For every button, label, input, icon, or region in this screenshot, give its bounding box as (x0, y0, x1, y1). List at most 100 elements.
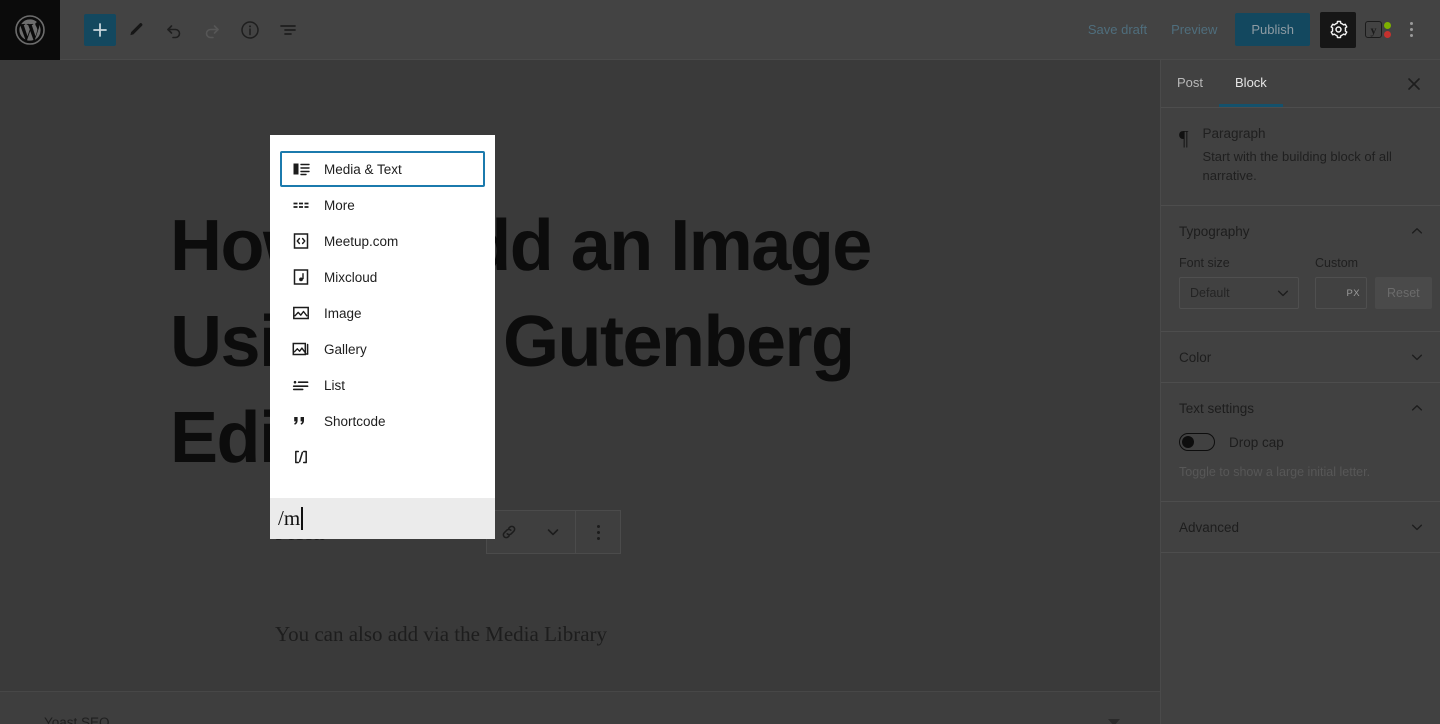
vertical-dots-icon (596, 524, 600, 540)
add-block-button[interactable] (84, 13, 116, 46)
list-icon (290, 374, 312, 396)
px-unit-label: PX (1346, 287, 1360, 299)
more-separator-icon (290, 194, 312, 216)
block-info-card: ¶ Paragraph Start with the building bloc… (1161, 108, 1440, 206)
panel-text-settings-header[interactable]: Text settings (1161, 383, 1440, 433)
slash-item-label: Mixcloud (324, 269, 378, 285)
custom-font-size-input[interactable]: PX (1315, 277, 1367, 309)
panel-typography-body: Font size Default Custom PX Reset (1161, 256, 1440, 331)
yoast-status-dots (1384, 21, 1391, 38)
more-options-button[interactable] (1396, 12, 1426, 48)
settings-sidebar: Post Block ¶ Paragraph Start with the bu… (1160, 60, 1440, 724)
chevron-down-icon (1411, 524, 1423, 531)
chevron-down-icon (547, 529, 559, 536)
quote-icon (290, 410, 312, 432)
panel-typography-header[interactable]: Typography (1161, 206, 1440, 256)
panel-title: Color (1179, 349, 1212, 365)
slash-item-more[interactable]: More (280, 187, 485, 223)
yoast-seo-panel-title: Yoast SEO (44, 714, 110, 724)
panel-color-header[interactable]: Color (1161, 332, 1440, 382)
panel-text-settings-body: Drop cap Toggle to show a large initial … (1161, 433, 1440, 501)
image-icon (290, 302, 312, 324)
toggle-knob (1182, 436, 1194, 448)
info-icon (241, 20, 259, 39)
slash-item-quote[interactable]: Shortcode (280, 403, 485, 439)
custom-font-size-control: Custom PX Reset (1315, 256, 1432, 309)
custom-label: Custom (1315, 256, 1359, 270)
gutenberg-editor-screen: Save draft Preview Publish y How an Imag… (0, 0, 1440, 724)
triangle-down-icon[interactable] (1108, 718, 1120, 724)
edit-mode-button[interactable] (118, 12, 154, 48)
slash-item-label: Meetup.com (324, 233, 399, 249)
close-sidebar-button[interactable] (1400, 70, 1428, 98)
slash-input-value: /m (278, 506, 301, 530)
reset-font-size-button[interactable]: Reset (1375, 277, 1432, 309)
undo-icon (167, 24, 181, 38)
panel-advanced-header[interactable]: Advanced (1161, 502, 1440, 552)
drop-cap-label: Drop cap (1229, 434, 1284, 450)
panel-text-settings: Text settings Drop cap Toggle to show a … (1161, 383, 1440, 502)
slash-command-input[interactable]: /m (270, 498, 495, 539)
list-view-icon (280, 24, 296, 35)
slash-item-list[interactable]: List (280, 367, 485, 403)
slash-command-list: Media & Text More Meetup.com Mixcloud Im… (270, 135, 495, 498)
yoast-seo-icon: y (1365, 21, 1391, 38)
font-size-value: Default (1190, 286, 1230, 300)
panel-advanced: Advanced (1161, 502, 1440, 553)
plus-icon (93, 22, 107, 37)
preview-button[interactable]: Preview (1159, 14, 1229, 45)
paragraph-block-second[interactable]: You can also add via the Media Library (275, 622, 607, 647)
redo-icon (205, 24, 219, 38)
block-type-description: Start with the building block of all nar… (1202, 149, 1392, 183)
editor-header: Save draft Preview Publish y (0, 0, 1440, 60)
wordpress-logo[interactable] (0, 0, 60, 60)
slash-item-image[interactable]: Image (280, 295, 485, 331)
panel-color: Color (1161, 332, 1440, 383)
block-more-options-button[interactable] (576, 511, 620, 553)
yoast-dot-bad (1384, 30, 1391, 38)
gear-icon (1329, 20, 1347, 39)
yoast-seo-panel: Yoast SEO (0, 691, 1160, 724)
panel-title: Typography (1179, 223, 1250, 239)
slash-item-meetup[interactable]: Meetup.com (280, 223, 485, 259)
slash-item-label: Media & Text (324, 161, 402, 177)
save-draft-button[interactable]: Save draft (1076, 14, 1159, 45)
slash-item-mixcloud[interactable]: Mixcloud (280, 259, 485, 295)
chevron-down-icon (1411, 354, 1423, 361)
slash-command-popover: Media & Text More Meetup.com Mixcloud Im… (270, 135, 495, 539)
gallery-icon (290, 338, 312, 360)
editor-canvas: How to Add an Image Using the Gutenberg … (0, 60, 1160, 724)
slash-item-gallery[interactable]: Gallery (280, 331, 485, 367)
tab-post[interactable]: Post (1161, 60, 1219, 107)
slash-item-label: Shortcode (324, 413, 386, 429)
font-size-label: Font size (1179, 256, 1230, 270)
slash-item-media-text[interactable]: Media & Text (280, 151, 485, 187)
yoast-seo-panel-header[interactable]: Yoast SEO (20, 692, 1140, 724)
chevron-up-icon (1411, 405, 1423, 411)
link-options-button[interactable] (531, 511, 575, 553)
font-size-select[interactable]: Default (1179, 277, 1299, 309)
shortcode-icon (290, 446, 312, 468)
publish-button[interactable]: Publish (1235, 13, 1310, 46)
block-navigation-button[interactable] (270, 12, 306, 48)
redo-button[interactable] (194, 12, 230, 48)
slash-item-label: Image (324, 305, 362, 321)
drop-cap-toggle[interactable] (1179, 433, 1215, 451)
panel-title: Advanced (1179, 519, 1240, 535)
panel-typography: Typography Font size Default Custom PX R… (1161, 206, 1440, 332)
font-size-control: Font size Default (1179, 256, 1299, 309)
pencil-icon (130, 22, 143, 35)
media-text-icon (290, 158, 312, 180)
content-info-button[interactable] (232, 12, 268, 48)
tab-block[interactable]: Block (1219, 60, 1283, 107)
kebab-menu-icon (1409, 22, 1413, 37)
close-icon (1408, 77, 1420, 90)
undo-button[interactable] (156, 12, 192, 48)
paragraph-pilcrow-icon: ¶ (1179, 126, 1189, 150)
block-toolbar (486, 510, 621, 554)
slash-item-shortcode[interactable] (280, 439, 485, 475)
yoast-seo-button[interactable]: y (1360, 12, 1396, 48)
yoast-letter: y (1365, 21, 1382, 38)
audio-note-icon (290, 266, 312, 288)
settings-button[interactable] (1320, 11, 1356, 48)
